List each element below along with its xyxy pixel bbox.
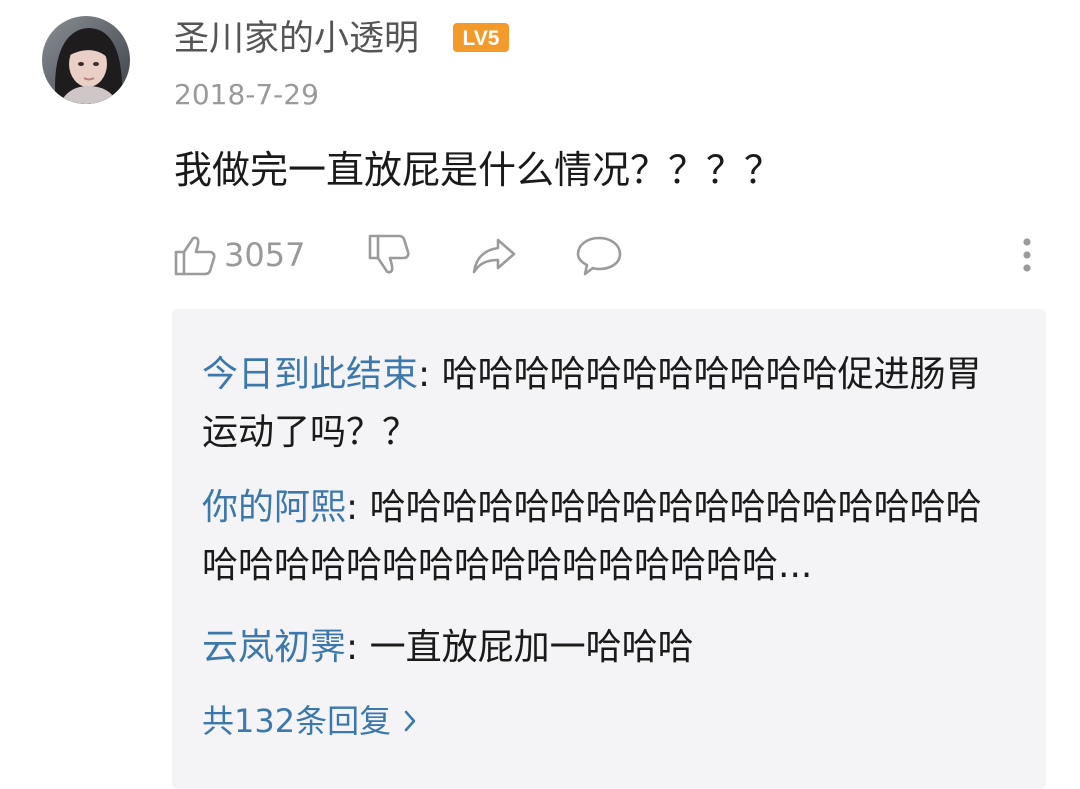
thumbs-down-icon	[368, 234, 410, 274]
reply-item[interactable]: 今日到此结束: 哈哈哈哈哈哈哈哈哈哈哈促进肠胃运动了吗？？	[202, 346, 1002, 462]
reply-separator: :	[346, 487, 370, 528]
replies-box: 今日到此结束: 哈哈哈哈哈哈哈哈哈哈哈促进肠胃运动了吗？？ 你的阿熙: 哈哈哈哈…	[172, 309, 1046, 789]
comment-actions: 3057	[0, 226, 1080, 286]
chevron-right-icon	[404, 710, 416, 732]
avatar[interactable]	[42, 16, 130, 104]
lv5-badge: LV5	[453, 23, 509, 52]
reply-username[interactable]: 今日到此结束	[202, 354, 418, 395]
view-all-replies-link[interactable]: 共132条回复	[202, 699, 417, 743]
reply-username[interactable]: 云岚初霁	[202, 627, 346, 668]
reply-text: 一直放屁加一哈哈哈	[369, 627, 694, 668]
reply-separator: :	[418, 354, 442, 395]
comment-text: 我做完一直放屁是什么情况？？？？	[174, 148, 783, 192]
dislike-button[interactable]	[366, 232, 412, 278]
thumbs-up-icon	[174, 236, 216, 276]
level-badge-text: LV5	[463, 27, 500, 50]
like-button[interactable]: 3057	[172, 232, 305, 278]
reply-item[interactable]: 你的阿熙: 哈哈哈哈哈哈哈哈哈哈哈哈哈哈哈哈哈哈哈哈哈哈哈哈哈哈哈哈哈哈哈哈哈.…	[202, 479, 1002, 595]
share-icon	[472, 238, 516, 274]
like-count: 3057	[224, 236, 306, 274]
reply-item[interactable]: 云岚初霁: 一直放屁加一哈哈哈	[202, 619, 1002, 677]
share-button[interactable]	[470, 232, 518, 278]
reply-button[interactable]	[575, 232, 623, 278]
avatar-image	[42, 16, 130, 104]
reply-username[interactable]: 你的阿熙	[202, 487, 346, 528]
more-replies-label: 共132条回复	[202, 702, 392, 740]
more-vertical-icon	[1023, 238, 1031, 272]
comment-icon	[576, 236, 622, 276]
more-button[interactable]	[1014, 232, 1040, 278]
level-badge: LV5	[453, 23, 509, 52]
reply-separator: :	[346, 627, 370, 668]
username[interactable]: 圣川家的小透明	[174, 16, 419, 62]
comment-date: 2018-7-29	[174, 78, 319, 111]
